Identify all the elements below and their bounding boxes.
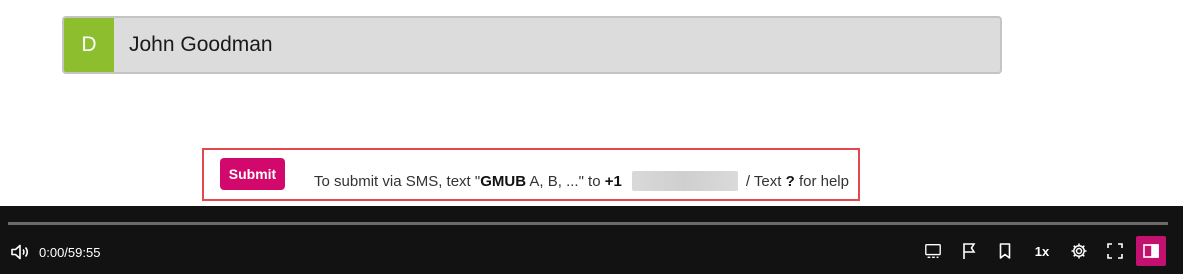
- sms-instructions: To submit via SMS, text " GMUB A, B, ...…: [314, 171, 849, 191]
- submit-panel: Submit To submit via SMS, text " GMUB A,…: [202, 148, 860, 201]
- flag-icon[interactable]: [956, 238, 982, 264]
- player-controls-left: 0:00/59:55: [10, 240, 100, 264]
- video-player-bar: 0:00/59:55 1x: [0, 206, 1183, 274]
- fullscreen-icon[interactable]: [1102, 238, 1128, 264]
- time-display: 0:00/59:55: [39, 244, 101, 260]
- playback-speed-button[interactable]: 1x: [1029, 238, 1055, 264]
- redacted-phone-number: [631, 171, 738, 191]
- answer-option[interactable]: D John Goodman: [62, 16, 1002, 74]
- sms-help-suffix: for help: [794, 172, 849, 190]
- sms-prefix: To submit via SMS, text ": [314, 172, 481, 190]
- progress-bar[interactable]: [8, 222, 1168, 225]
- option-letter-badge: D: [64, 18, 114, 72]
- playback-speed-label: 1x: [1034, 243, 1050, 259]
- sms-middle: A, B, ..." to: [526, 172, 605, 190]
- side-panel-icon[interactable]: [1136, 236, 1166, 266]
- sms-help-question: ?: [785, 172, 795, 190]
- sms-help-prefix: / Text: [745, 172, 786, 190]
- volume-icon[interactable]: [10, 243, 30, 261]
- sms-code: GMUB: [480, 172, 527, 190]
- option-label: John Goodman: [129, 33, 273, 56]
- settings-icon[interactable]: [1066, 238, 1092, 264]
- sms-phone-prefix: +1: [604, 172, 622, 190]
- submit-button[interactable]: Submit: [220, 158, 285, 190]
- stage: D John Goodman Submit To submit via SMS,…: [0, 0, 1183, 274]
- captions-icon[interactable]: [920, 238, 946, 264]
- bookmark-icon[interactable]: [992, 238, 1018, 264]
